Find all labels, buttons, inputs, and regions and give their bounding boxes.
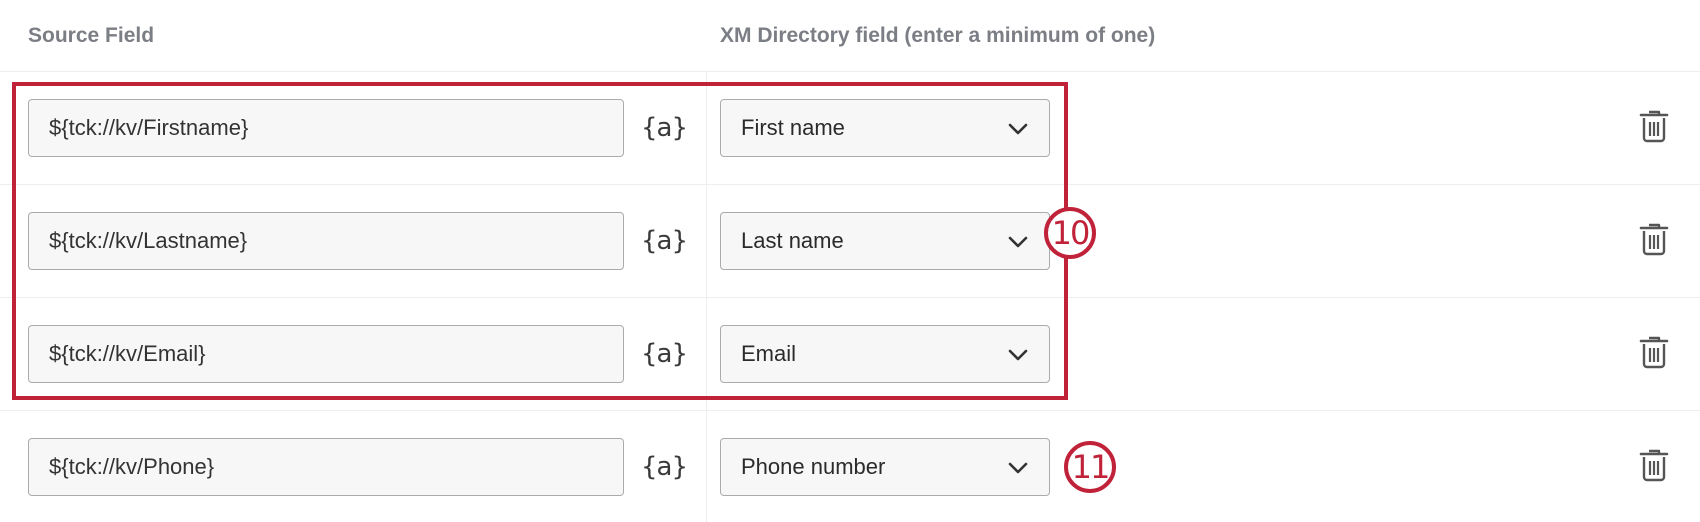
trash-icon[interactable] <box>1638 108 1670 144</box>
source-field-input[interactable]: ${tck://kv/Lastname} <box>28 212 624 270</box>
mapping-row-email: ${tck://kv/Email} {a} Email <box>0 298 1700 411</box>
chevron-down-icon <box>1008 236 1028 248</box>
directory-field-value: Phone number <box>741 454 886 479</box>
directory-field-select[interactable]: Email <box>720 325 1050 383</box>
trash-icon[interactable] <box>1638 334 1670 370</box>
trash-icon[interactable] <box>1638 221 1670 257</box>
mapping-row-lastname: ${tck://kv/Lastname} {a} Last name <box>0 185 1700 298</box>
mapping-row-firstname: ${tck://kv/Firstname} {a} First name <box>0 72 1700 185</box>
xm-directory-field-header: XM Directory field (enter a minimum of o… <box>720 24 1156 47</box>
source-field-header: Source Field <box>28 24 155 47</box>
directory-field-select[interactable]: Phone number <box>720 438 1050 496</box>
mapping-row-phone: ${tck://kv/Phone} {a} Phone number <box>0 411 1700 522</box>
directory-field-value: First name <box>741 115 845 140</box>
directory-field-select[interactable]: Last name <box>720 212 1050 270</box>
chevron-down-icon <box>1008 349 1028 361</box>
piped-text-icon[interactable]: {a} <box>641 108 688 148</box>
piped-text-icon[interactable]: {a} <box>641 447 688 487</box>
directory-field-select[interactable]: First name <box>720 99 1050 157</box>
source-field-input[interactable]: ${tck://kv/Firstname} <box>28 99 624 157</box>
field-mapping-panel: Source Field XM Directory field (enter a… <box>0 0 1700 522</box>
piped-text-icon[interactable]: {a} <box>641 221 688 261</box>
directory-field-value: Email <box>741 341 797 366</box>
source-field-input[interactable]: ${tck://kv/Email} <box>28 325 624 383</box>
chevron-down-icon <box>1008 462 1028 474</box>
directory-field-value: Last name <box>741 228 844 253</box>
chevron-down-icon <box>1008 123 1028 135</box>
source-field-input[interactable]: ${tck://kv/Phone} <box>28 438 624 496</box>
piped-text-icon[interactable]: {a} <box>641 334 688 374</box>
annotation-callout-11: 11 <box>1064 441 1116 493</box>
trash-icon[interactable] <box>1638 447 1670 483</box>
annotation-callout-10: 10 <box>1044 207 1096 259</box>
